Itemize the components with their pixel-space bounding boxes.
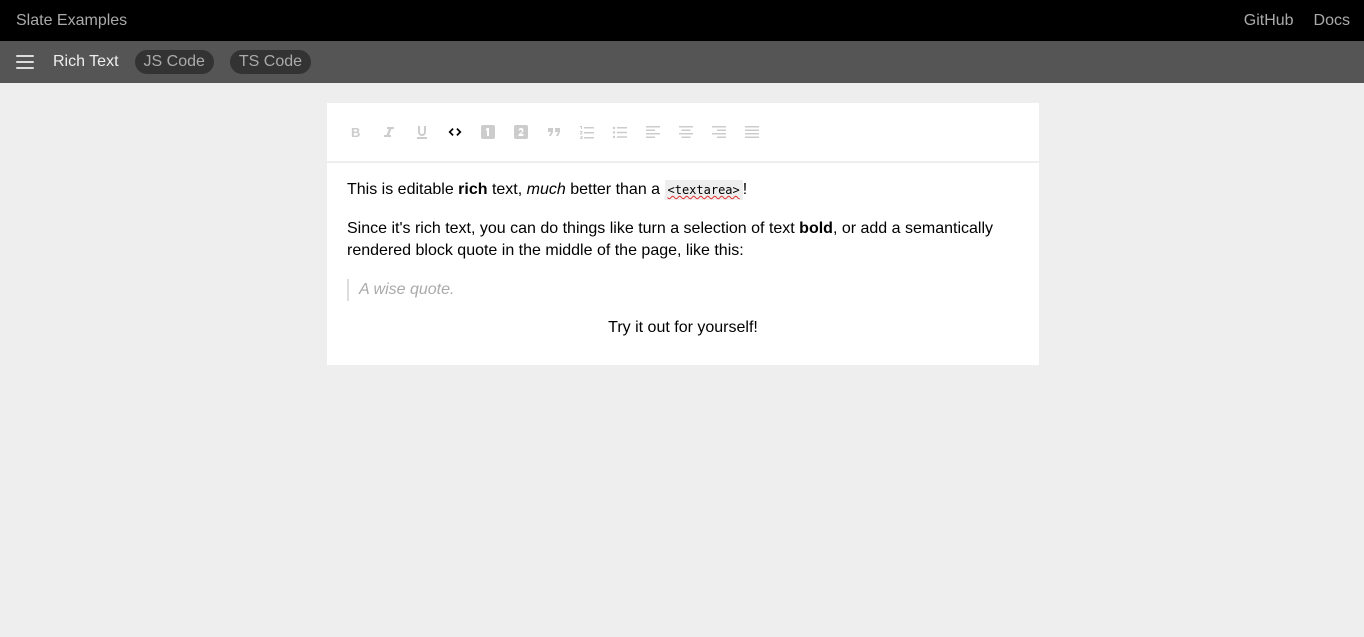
- paragraph-2[interactable]: Since it's rich text, you can do things …: [347, 218, 1019, 262]
- docs-link[interactable]: Docs: [1314, 12, 1350, 30]
- bold-text: rich: [458, 181, 488, 198]
- underline-icon[interactable]: [413, 123, 431, 141]
- paragraph-3[interactable]: Try it out for yourself!: [347, 317, 1019, 339]
- align-left-icon[interactable]: [644, 123, 662, 141]
- svg-text:B: B: [351, 125, 360, 140]
- heading-one-icon[interactable]: [479, 123, 497, 141]
- align-justify-icon[interactable]: [743, 123, 761, 141]
- editor: B This is editable rich text, much bette…: [327, 103, 1039, 365]
- paragraph-1[interactable]: This is editable rich text, much better …: [347, 179, 1019, 201]
- header-links: GitHub Docs: [1244, 12, 1350, 30]
- bold-icon[interactable]: B: [347, 123, 365, 141]
- js-code-button[interactable]: JS Code: [134, 50, 214, 74]
- italic-icon[interactable]: [380, 123, 398, 141]
- app-title: Slate Examples: [16, 11, 128, 29]
- example-bar: Rich Text JS Code TS Code: [0, 41, 1364, 83]
- top-bar: Slate Examples GitHub Docs: [0, 0, 1364, 41]
- github-link[interactable]: GitHub: [1244, 12, 1294, 30]
- menu-icon[interactable]: [16, 55, 34, 69]
- bold-text: bold: [799, 220, 833, 237]
- heading-two-icon[interactable]: [512, 123, 530, 141]
- numbered-list-icon[interactable]: [578, 123, 596, 141]
- code-icon[interactable]: [446, 123, 464, 141]
- block-quote[interactable]: A wise quote.: [347, 279, 1019, 301]
- quote-icon[interactable]: [545, 123, 563, 141]
- editor-content[interactable]: This is editable rich text, much better …: [327, 163, 1039, 372]
- inline-code: <textarea>: [664, 180, 743, 200]
- bulleted-list-icon[interactable]: [611, 123, 629, 141]
- example-title: Rich Text: [53, 53, 119, 70]
- formatting-toolbar: B: [327, 103, 1039, 163]
- align-right-icon[interactable]: [710, 123, 728, 141]
- italic-text: much: [526, 181, 566, 198]
- ts-code-button[interactable]: TS Code: [229, 50, 312, 74]
- align-center-icon[interactable]: [677, 123, 695, 141]
